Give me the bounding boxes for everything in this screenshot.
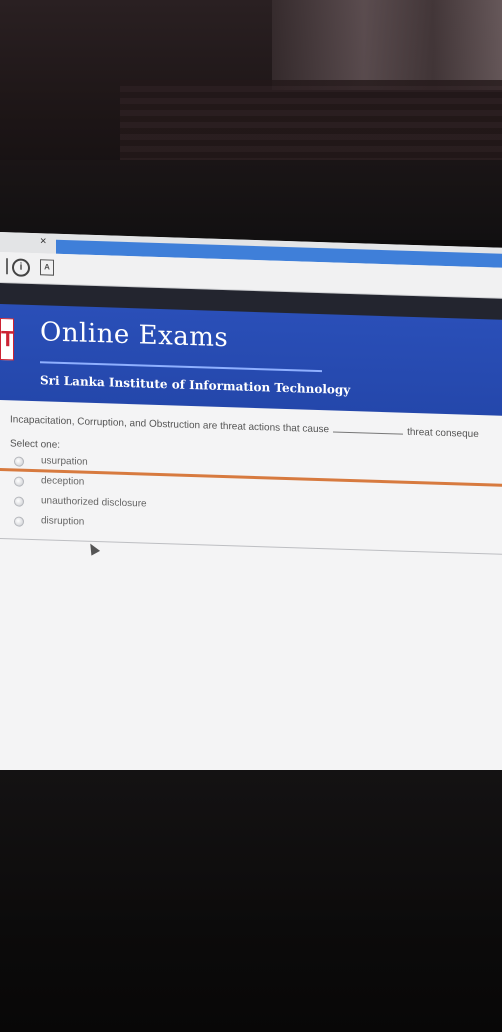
banner-divider [40, 361, 322, 373]
option-label[interactable]: usurpation [41, 455, 88, 467]
photo-background [0, 0, 502, 240]
question-text-after: threat conseque [407, 426, 479, 441]
option-disruption[interactable]: disruption [14, 514, 214, 536]
answer-blank [333, 422, 404, 435]
info-icon[interactable]: i [12, 258, 30, 277]
mouse-cursor-icon [85, 541, 101, 556]
close-tab-icon[interactable]: × [40, 235, 46, 247]
option-label[interactable]: deception [41, 475, 84, 487]
option-unauthorized-disclosure[interactable]: unauthorized disclosure [14, 494, 214, 516]
question-text-before: Incapacitation, Corruption, and Obstruct… [10, 414, 330, 436]
pdf-icon[interactable]: A [40, 259, 54, 276]
toolbar-divider [6, 258, 8, 275]
radio-button[interactable] [14, 496, 24, 507]
radio-button[interactable] [14, 516, 24, 527]
laptop-keyboard-area [0, 770, 502, 1032]
option-usurpation[interactable]: usurpation [14, 454, 214, 476]
laptop-screen: × i A T Online Exams Sri Lanka Institute… [0, 232, 502, 790]
radio-button[interactable] [14, 456, 24, 467]
laptop-brand-logo [340, 806, 410, 826]
select-one-label: Select one: [10, 438, 61, 451]
photo-curtain [272, 0, 502, 90]
photo-stripes [120, 80, 502, 160]
exam-banner: T Online Exams Sri Lanka Institute of In… [0, 304, 502, 487]
option-deception[interactable]: deception [14, 474, 214, 496]
banner-title: Online Exams [40, 317, 229, 354]
monitor-bezel [0, 160, 502, 240]
option-label[interactable]: unauthorized disclosure [41, 495, 147, 509]
radio-button[interactable] [14, 476, 24, 487]
sliit-logo-icon: T [0, 318, 14, 361]
banner-subtitle: Sri Lanka Institute of Information Techn… [40, 373, 351, 398]
question-divider [0, 538, 502, 555]
option-label[interactable]: disruption [41, 515, 84, 527]
question-text: Incapacitation, Corruption, and Obstruct… [10, 412, 502, 440]
